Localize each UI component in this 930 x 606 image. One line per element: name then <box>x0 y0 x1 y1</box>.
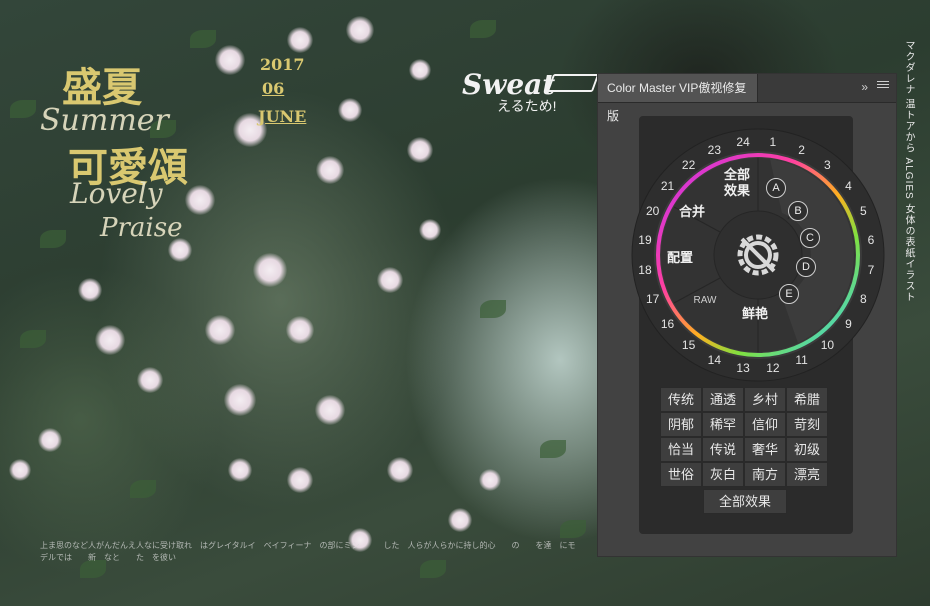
flower-blossom <box>78 278 102 302</box>
preset-button[interactable]: 奢华 <box>744 437 786 462</box>
preset-button[interactable]: 灰白 <box>702 462 744 487</box>
flower-blossom <box>419 219 441 241</box>
flower-blossom <box>409 59 431 81</box>
preset-button[interactable]: 阴郁 <box>660 412 702 437</box>
wheel-number-18[interactable]: 18 <box>638 263 651 277</box>
preset-button[interactable]: 希腊 <box>786 387 828 412</box>
preset-button[interactable]: 漂亮 <box>786 462 828 487</box>
flower-blossom <box>377 267 403 293</box>
panel-tab-color-master[interactable]: Color Master VIP傲视修复版 <box>598 74 758 123</box>
photo-month-name: JUNE <box>258 107 307 126</box>
script-summer: Summer <box>40 103 169 138</box>
leaf <box>480 300 506 318</box>
bottom-japanese-text: 上ま思のなど人がんだんえ人なに受け取れ はグレイタルイ ベイフィーナ の部にミシ… <box>40 541 576 562</box>
leaf <box>10 100 36 118</box>
wheel-number-23[interactable]: 23 <box>708 143 721 157</box>
flower-blossom <box>38 428 62 452</box>
wheel-number-8[interactable]: 8 <box>860 292 867 306</box>
wheel-number-15[interactable]: 15 <box>682 338 695 352</box>
preset-button[interactable]: 南方 <box>744 462 786 487</box>
wheel-number-24[interactable]: 24 <box>736 135 749 149</box>
flower-blossom <box>316 156 344 184</box>
arrow-decoration <box>546 74 600 92</box>
preset-button[interactable]: 传统 <box>660 387 702 412</box>
wheel-number-3[interactable]: 3 <box>824 158 831 172</box>
flower-blossom <box>286 316 314 344</box>
preset-button[interactable]: 乡村 <box>744 387 786 412</box>
photo-year: 2017 <box>260 55 305 74</box>
preset-button[interactable]: 通透 <box>702 387 744 412</box>
flower-blossom <box>287 467 313 493</box>
wheel-number-5[interactable]: 5 <box>860 204 867 218</box>
preset-button[interactable]: 信仰 <box>744 412 786 437</box>
flower-blossom <box>228 458 252 482</box>
preset-button[interactable]: 世俗 <box>660 462 702 487</box>
wheel-letter-d-button[interactable]: D <box>796 257 816 277</box>
wheel-number-9[interactable]: 9 <box>845 317 852 331</box>
wheel-vivid-segment[interactable]: 鲜艳 <box>742 306 768 322</box>
wheel-number-2[interactable]: 2 <box>798 143 805 157</box>
preset-button[interactable]: 传说 <box>702 437 744 462</box>
script-lovely: Lovely <box>70 177 163 210</box>
wheel-number-7[interactable]: 7 <box>868 263 875 277</box>
preset-button[interactable]: 稀罕 <box>702 412 744 437</box>
wheel-letter-e-button[interactable]: E <box>779 284 799 304</box>
wheel-number-10[interactable]: 10 <box>821 338 834 352</box>
leaf <box>540 440 566 458</box>
flower-blossom <box>95 325 125 355</box>
flower-blossom <box>387 457 413 483</box>
vertical-japanese-text: マクダレナ 温トアから ALGIES 女体の表紙イラスト <box>903 40 914 303</box>
wheel-letter-c-button[interactable]: C <box>800 228 820 248</box>
flower-blossom <box>224 384 256 416</box>
flower-blossom <box>407 137 433 163</box>
wheel-number-13[interactable]: 13 <box>736 361 749 375</box>
wheel-number-21[interactable]: 21 <box>661 179 674 193</box>
wheel-number-14[interactable]: 14 <box>708 353 721 367</box>
leaf <box>20 330 46 348</box>
wheel-number-4[interactable]: 4 <box>845 179 852 193</box>
leaf <box>190 30 216 48</box>
flower-blossom <box>448 508 472 532</box>
leaf <box>130 480 156 498</box>
wheel-number-1[interactable]: 1 <box>770 135 777 149</box>
flower-blossom <box>287 27 313 53</box>
wheel-number-19[interactable]: 19 <box>638 233 651 247</box>
leaf <box>560 520 586 538</box>
flower-blossom <box>346 16 374 44</box>
leaf <box>470 20 496 38</box>
wheel-number-6[interactable]: 6 <box>868 233 875 247</box>
wheel-letter-b-button[interactable]: B <box>788 201 808 221</box>
wheel-raw-segment[interactable]: RAW <box>694 293 717 309</box>
flower-blossom <box>479 469 501 491</box>
wheel-number-22[interactable]: 22 <box>682 158 695 172</box>
preset-button[interactable]: 恰当 <box>660 437 702 462</box>
panel-menu-icon[interactable] <box>877 79 889 91</box>
collapse-panel-icon[interactable]: » <box>861 80 868 94</box>
wheel-number-20[interactable]: 20 <box>646 204 659 218</box>
wheel-number-16[interactable]: 16 <box>661 317 674 331</box>
wheel-all-effects-segment[interactable]: 全部 效果 <box>722 167 752 199</box>
flower-blossom <box>137 367 163 393</box>
script-praise: Praise <box>100 213 183 243</box>
panel-header: Color Master VIP傲视修复版 » <box>598 74 896 123</box>
flower-blossom <box>9 459 31 481</box>
preset-button[interactable]: 初级 <box>786 437 828 462</box>
all-effects-button[interactable]: 全部效果 <box>703 489 787 514</box>
flower-blossom <box>315 395 345 425</box>
wheel-config-segment[interactable]: 配置 <box>667 250 693 266</box>
wheel-number-12[interactable]: 12 <box>766 361 779 375</box>
sweat-subtitle: えるため! <box>497 98 557 114</box>
wheel-number-11[interactable]: 11 <box>795 353 807 367</box>
wheel-number-17[interactable]: 17 <box>646 292 659 306</box>
preset-button[interactable]: 苛刻 <box>786 412 828 437</box>
flower-blossom <box>205 315 235 345</box>
flower-blossom <box>338 98 362 122</box>
wheel-all-effects-label-1: 全部 效果 <box>723 167 750 198</box>
photo-title-block: 盛夏 Summer 可愛頌 Lovely Praise 2017 06 JUNE <box>40 55 320 265</box>
wheel-letter-a-button[interactable]: A <box>766 178 786 198</box>
photo-month: 06 <box>262 79 285 98</box>
wheel-merge-segment[interactable]: 合并 <box>679 204 705 220</box>
